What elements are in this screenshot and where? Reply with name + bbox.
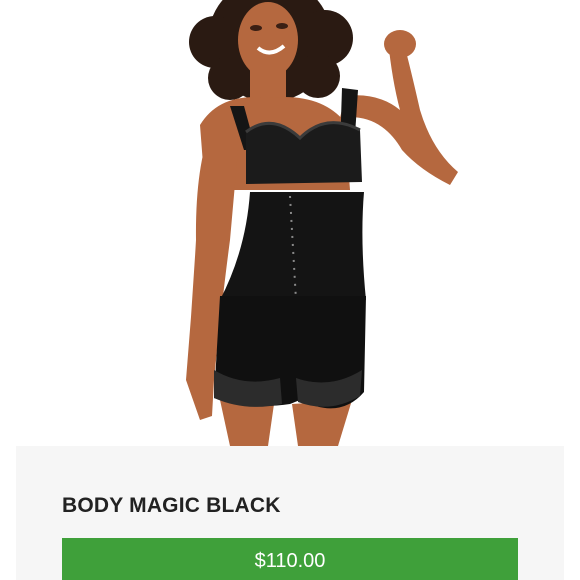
product-photo — [0, 0, 580, 448]
product-page: BODY MAGIC BLACK $110.00 — [0, 0, 580, 580]
price-button[interactable]: $110.00 — [62, 538, 518, 580]
product-title: BODY MAGIC BLACK — [62, 494, 281, 517]
product-info-card: BODY MAGIC BLACK $110.00 — [16, 446, 564, 580]
